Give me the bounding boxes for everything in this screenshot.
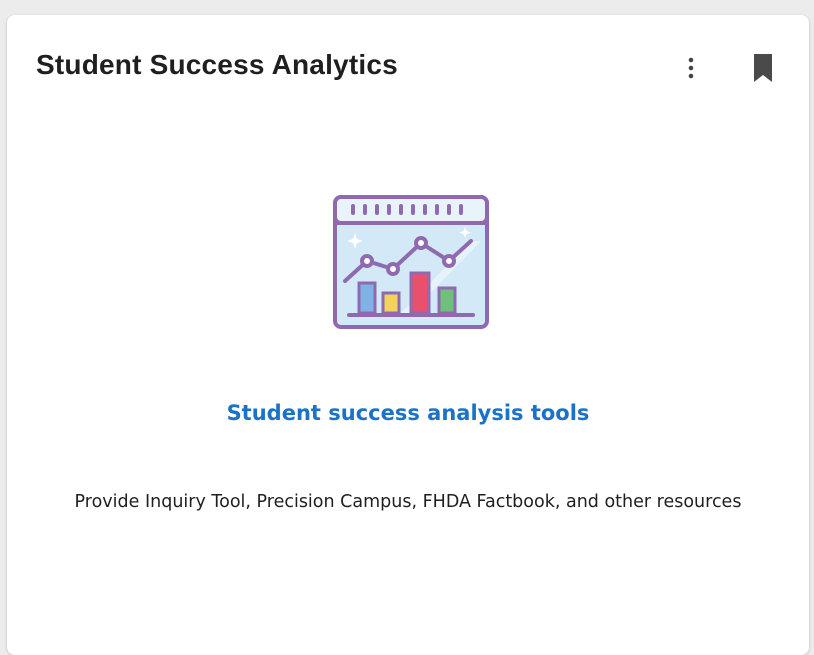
bookmark-button[interactable] (747, 51, 779, 85)
analytics-chart-icon (331, 193, 493, 343)
card-title: Student Success Analytics (36, 49, 398, 80)
more-vertical-icon (688, 57, 694, 79)
card-link-title[interactable]: Student success analysis tools (7, 401, 809, 425)
app-card: Student Success Analytics Student succes… (7, 15, 809, 655)
more-options-button[interactable] (675, 51, 707, 85)
card-description: Provide Inquiry Tool, Precision Campus, … (74, 492, 742, 512)
bookmark-icon (754, 54, 772, 82)
